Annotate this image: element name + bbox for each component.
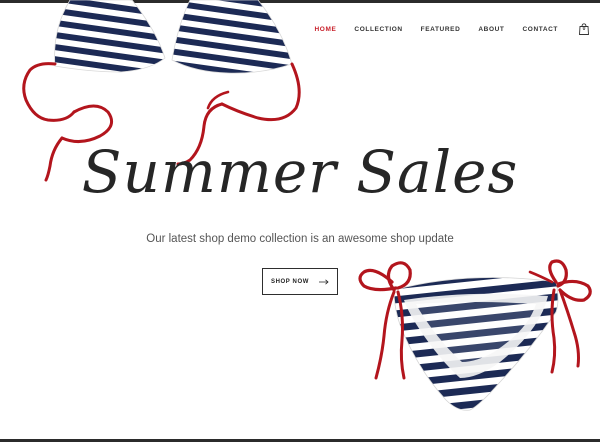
bikini-bottom-image — [358, 259, 592, 411]
